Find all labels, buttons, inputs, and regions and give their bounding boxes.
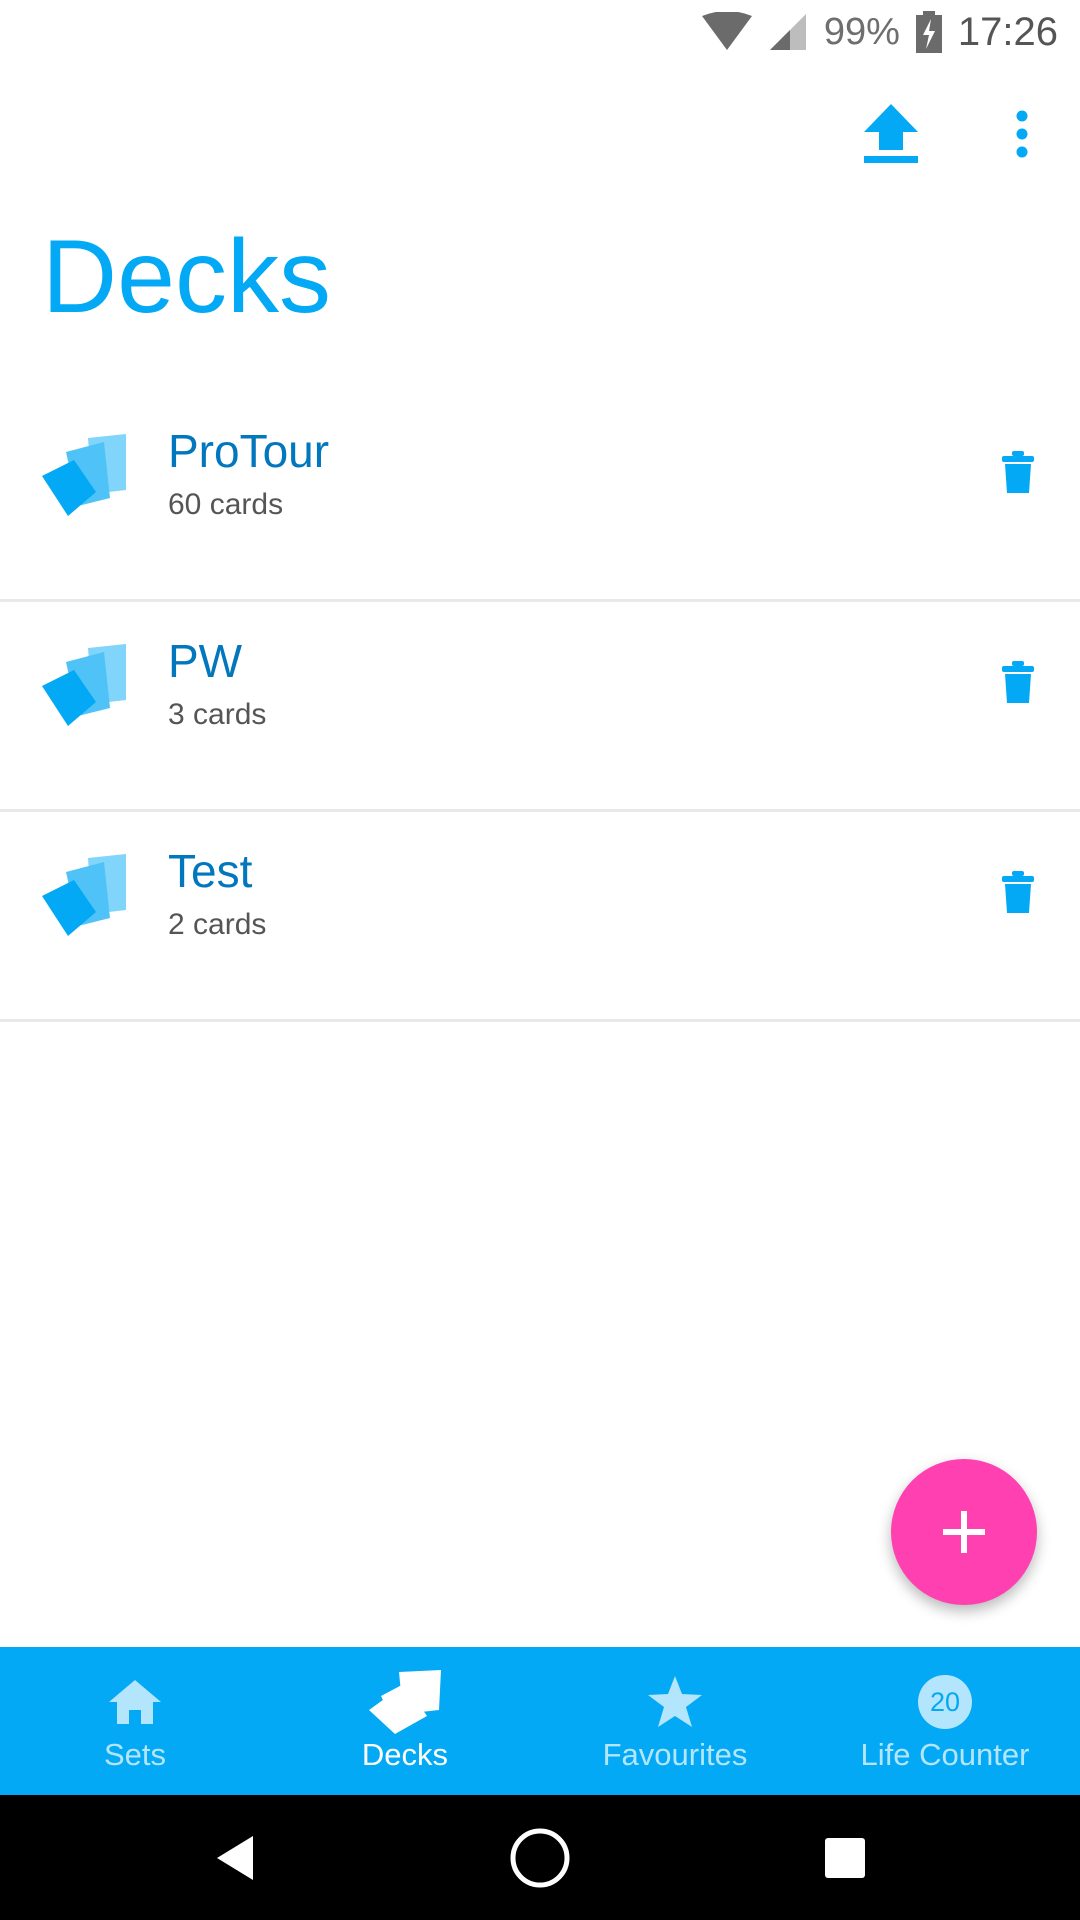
deck-cards-icon	[42, 434, 126, 516]
trash-icon	[1002, 661, 1034, 703]
delete-deck-button[interactable]	[992, 652, 1044, 712]
toolbar	[0, 64, 1080, 204]
nav-item-decks[interactable]: Decks	[270, 1647, 540, 1795]
battery-charging-icon	[915, 11, 942, 53]
back-icon	[217, 1836, 253, 1880]
wifi-icon	[701, 12, 752, 50]
recents-icon	[825, 1838, 865, 1878]
back-button[interactable]	[200, 1823, 270, 1893]
life-counter-icon: 20	[918, 1673, 972, 1731]
nav-item-life-counter[interactable]: 20 Life Counter	[810, 1647, 1080, 1795]
deck-card-count: 3 cards	[168, 698, 267, 731]
deck-card-count: 60 cards	[168, 488, 284, 521]
deck-list-item[interactable]: PW 3 cards	[0, 602, 1080, 812]
upload-icon	[864, 104, 918, 163]
clock: 17:26	[957, 9, 1058, 54]
battery-percent: 99%	[823, 10, 900, 53]
system-navigation-bar	[0, 1795, 1080, 1920]
deck-list: ProTour 60 cards PW 3 cards Test 2 cards	[0, 392, 1080, 1022]
more-vert-icon	[1016, 110, 1028, 158]
deck-cards-icon	[42, 854, 126, 936]
nav-label: Sets	[103, 1737, 167, 1772]
status-icons: 99% 17:26	[701, 6, 1058, 58]
add-icon	[943, 1511, 985, 1553]
deck-list-item[interactable]: ProTour 60 cards	[0, 392, 1080, 602]
deck-cards-icon	[42, 644, 126, 726]
more-options-button[interactable]	[972, 84, 1072, 184]
deck-name: PW	[168, 635, 243, 687]
cards-icon	[365, 1670, 445, 1734]
trash-icon	[1002, 871, 1034, 913]
deck-name: ProTour	[168, 425, 330, 477]
nav-label: Life Counter	[860, 1737, 1030, 1772]
page-title: Decks	[42, 219, 331, 335]
deck-name: Test	[168, 845, 253, 897]
life-counter-badge: 20	[918, 1675, 972, 1729]
delete-deck-button[interactable]	[992, 442, 1044, 502]
recents-button[interactable]	[810, 1823, 880, 1893]
nav-label: Favourites	[602, 1737, 748, 1772]
delete-deck-button[interactable]	[992, 862, 1044, 922]
deck-card-count: 2 cards	[168, 908, 267, 941]
nav-label: Decks	[361, 1737, 449, 1772]
home-button[interactable]	[505, 1823, 575, 1893]
deck-list-item[interactable]: Test 2 cards	[0, 812, 1080, 1022]
trash-icon	[1002, 451, 1034, 493]
nav-item-sets[interactable]: Sets	[0, 1647, 270, 1795]
home-circle-icon	[510, 1828, 570, 1888]
bottom-navigation: Sets Decks Favourites 20 Life Counter	[0, 1647, 1080, 1795]
add-deck-button[interactable]	[891, 1459, 1037, 1605]
nav-item-favourites[interactable]: Favourites	[540, 1647, 810, 1795]
home-icon	[107, 1673, 163, 1731]
star-icon	[648, 1673, 702, 1731]
status-bar: 99% 17:26	[0, 0, 1080, 64]
upload-button[interactable]	[841, 84, 941, 184]
cell-signal-icon	[769, 14, 806, 50]
